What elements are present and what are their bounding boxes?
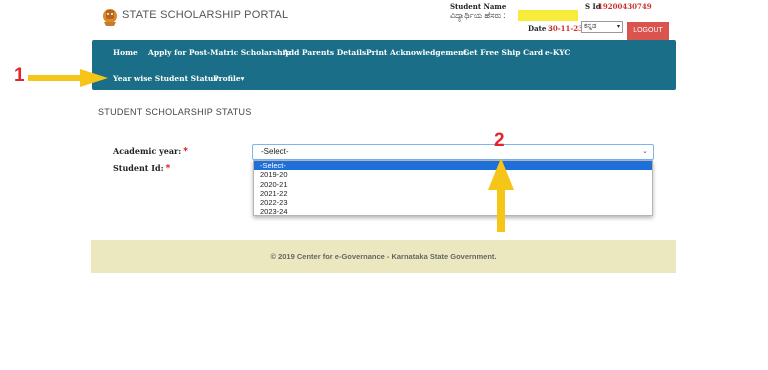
nav-item-profile[interactable]: Profile▾ <box>213 74 244 83</box>
dropdown-option-2022-23[interactable]: 2022-23 <box>254 198 652 207</box>
chevron-down-icon: ⌄ <box>642 148 648 155</box>
dropdown-option-2019-20[interactable]: 2019-20 <box>254 170 652 179</box>
nav-item-free-ship-card[interactable]: Get Free Ship Card <box>463 48 543 57</box>
chevron-down-icon: ▾ <box>616 24 620 30</box>
nav-item-add-parents[interactable]: Add Parents Details <box>283 48 366 57</box>
page-title: STUDENT SCHOLARSHIP STATUS <box>98 107 252 117</box>
academic-year-label-text: Academic year: <box>113 146 182 156</box>
academic-year-select[interactable]: -Select- ⌄ <box>252 144 654 160</box>
nav-item-ekyc[interactable]: e-KYC <box>545 48 570 57</box>
dropdown-option-2021-22[interactable]: 2021-22 <box>254 189 652 198</box>
language-select[interactable]: ಕನ್ನಡ ▾ <box>581 21 623 33</box>
nav-item-home[interactable]: Home <box>113 48 138 57</box>
date-value: 30-11-23 <box>548 24 584 33</box>
arrow-right-icon <box>28 69 108 92</box>
student-name-redaction <box>518 10 578 21</box>
dropdown-option-select[interactable]: -Select- <box>254 161 652 171</box>
student-name-label: Student Name <box>450 2 507 11</box>
dropdown-option-2023-24[interactable]: 2023-24 <box>254 207 652 216</box>
academic-year-select-value: -Select- <box>261 147 289 156</box>
language-select-value: ಕನ್ನಡ <box>584 23 597 30</box>
footer-copyright: © 2019 Center for e-Governance - Karnata… <box>270 252 497 261</box>
sid-value: 19200430749 <box>598 2 652 11</box>
logout-button[interactable]: LOGOUT <box>627 22 669 40</box>
annotation-step-2: 2 <box>494 130 505 151</box>
dropdown-option-2020-21[interactable]: 2020-21 <box>254 180 652 189</box>
nav-item-year-wise-status[interactable]: Year wise Student Status <box>113 74 218 83</box>
student-name-kannada-label: ವಿದ್ಯಾರ್ಥಿಯ ಹೆಸರು : <box>450 11 506 20</box>
arrow-up-icon <box>488 158 514 237</box>
annotation-step-1: 1 <box>14 65 25 86</box>
footer: © 2019 Center for e-Governance - Karnata… <box>91 240 676 273</box>
nav-item-apply-post-matric[interactable]: Apply for Post-Matric Scholarship <box>148 48 291 57</box>
karnataka-emblem-logo <box>99 6 121 28</box>
nav-item-print-ack[interactable]: Print Acknowledgement <box>366 48 467 57</box>
student-id-label: Student Id: * <box>113 163 170 174</box>
required-asterisk: * <box>165 164 171 174</box>
academic-year-dropdown: -Select- 2019-20 2020-21 2021-22 2022-23… <box>253 160 653 216</box>
student-id-label-text: Student Id: <box>113 163 164 173</box>
required-asterisk: * <box>183 147 188 157</box>
academic-year-label: Academic year: * <box>113 146 188 157</box>
portal-title: STATE SCHOLARSHIP PORTAL <box>122 9 289 21</box>
